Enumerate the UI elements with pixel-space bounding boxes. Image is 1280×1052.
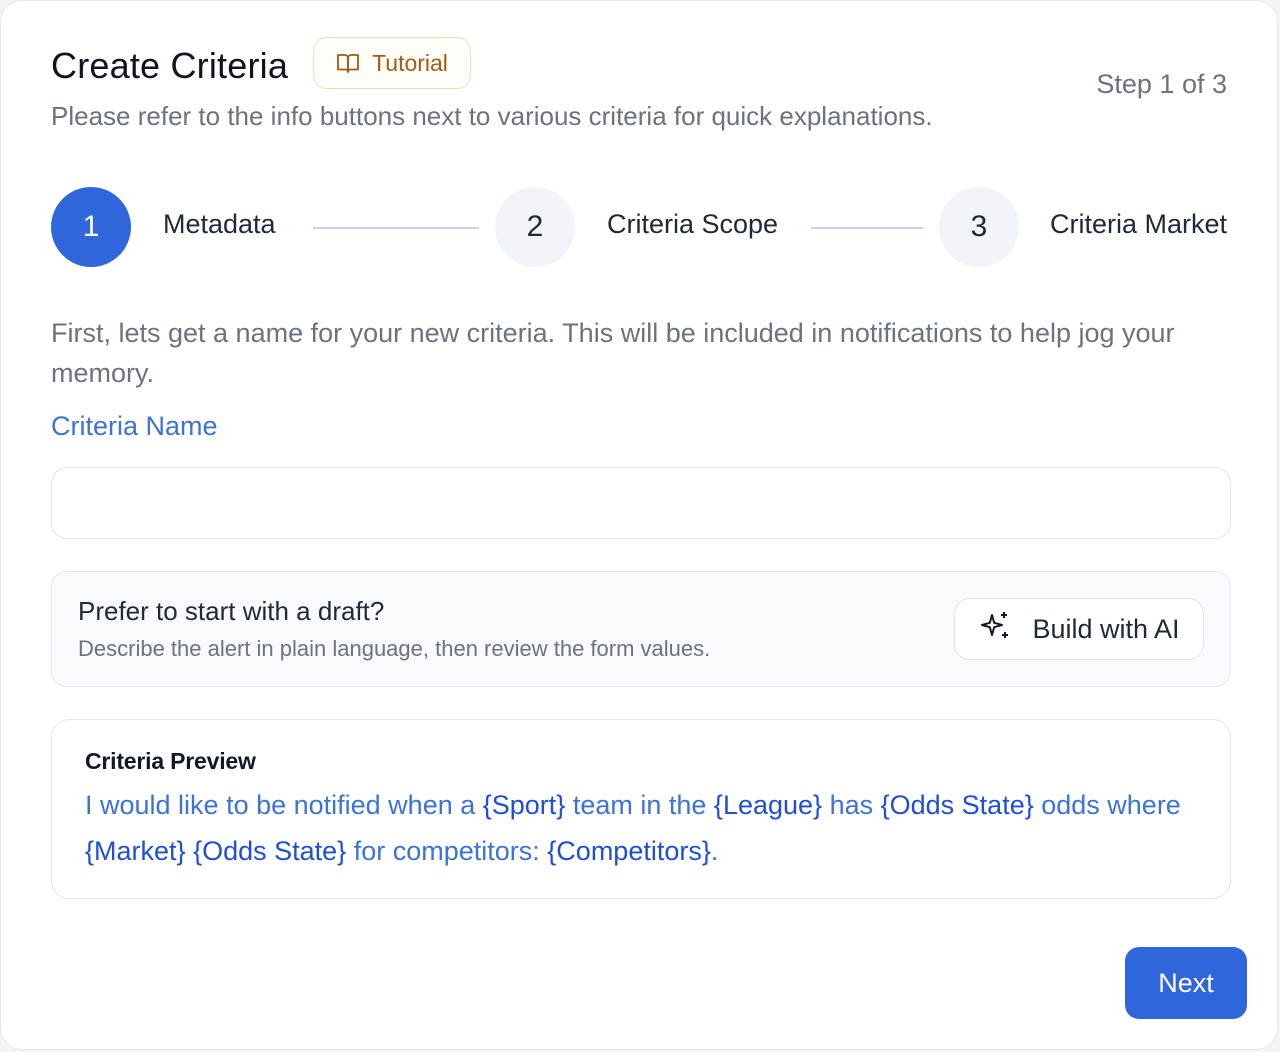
step-counter: Step 1 of 3 bbox=[1096, 69, 1227, 99]
page-title: Create Criteria bbox=[51, 45, 289, 86]
stepper: 1 Metadata 2 Criteria Scope 3 Criteria M… bbox=[1, 187, 1280, 267]
preview-text-segment: has bbox=[822, 790, 881, 820]
preview-token: {Odds State} bbox=[880, 790, 1034, 820]
draft-description: Describe the alert in plain language, th… bbox=[78, 636, 711, 661]
preview-text-segment: for competitors: bbox=[346, 836, 548, 866]
preview-text-segment bbox=[186, 836, 194, 866]
preview-sentence: I would like to be notified when a {Spor… bbox=[85, 782, 1205, 874]
preview-text-segment: odds where bbox=[1033, 790, 1181, 820]
next-button[interactable]: Next bbox=[1125, 947, 1247, 1019]
sparkles-icon bbox=[978, 609, 1012, 650]
draft-panel: Prefer to start with a draft? Describe t… bbox=[51, 571, 1231, 687]
build-with-ai-button[interactable]: Build with AI bbox=[954, 598, 1204, 660]
step-2-circle: 2 bbox=[495, 187, 575, 267]
step-3-circle: 3 bbox=[939, 187, 1019, 267]
preview-token: {Sport} bbox=[482, 790, 566, 820]
preview-text-segment: team in the bbox=[565, 790, 714, 820]
preview-token: {Market} bbox=[85, 836, 186, 866]
step-1-circle: 1 bbox=[51, 187, 131, 267]
book-open-icon bbox=[336, 52, 360, 74]
intro-text: First, lets get a name for your new crit… bbox=[51, 318, 1175, 388]
step-connector-1 bbox=[313, 227, 479, 229]
step-3-label: Criteria Market bbox=[1050, 209, 1228, 239]
preview-token: {League} bbox=[713, 790, 823, 820]
tutorial-button[interactable]: Tutorial bbox=[313, 37, 471, 89]
preview-title: Criteria Preview bbox=[85, 748, 256, 774]
page-subtitle: Please refer to the info buttons next to… bbox=[51, 101, 933, 131]
build-with-ai-label: Build with AI bbox=[1032, 613, 1180, 644]
criteria-name-input[interactable] bbox=[51, 467, 1231, 539]
create-criteria-card: Create Criteria Tutorial Step 1 of 3 Ple… bbox=[0, 0, 1278, 1050]
draft-title: Prefer to start with a draft? bbox=[78, 596, 385, 626]
criteria-preview-panel: Criteria Preview I would like to be noti… bbox=[51, 719, 1231, 899]
tutorial-label: Tutorial bbox=[372, 49, 448, 76]
criteria-name-label: Criteria Name bbox=[51, 411, 218, 441]
preview-text-segment: I would like to be notified when a bbox=[85, 790, 483, 820]
step-connector-2 bbox=[811, 227, 923, 229]
step-1-label: Metadata bbox=[163, 209, 276, 239]
preview-token: {Competitors} bbox=[547, 836, 711, 866]
preview-text-segment: . bbox=[710, 836, 719, 866]
preview-token: {Odds State} bbox=[193, 836, 347, 866]
step-2-label: Criteria Scope bbox=[607, 209, 779, 239]
